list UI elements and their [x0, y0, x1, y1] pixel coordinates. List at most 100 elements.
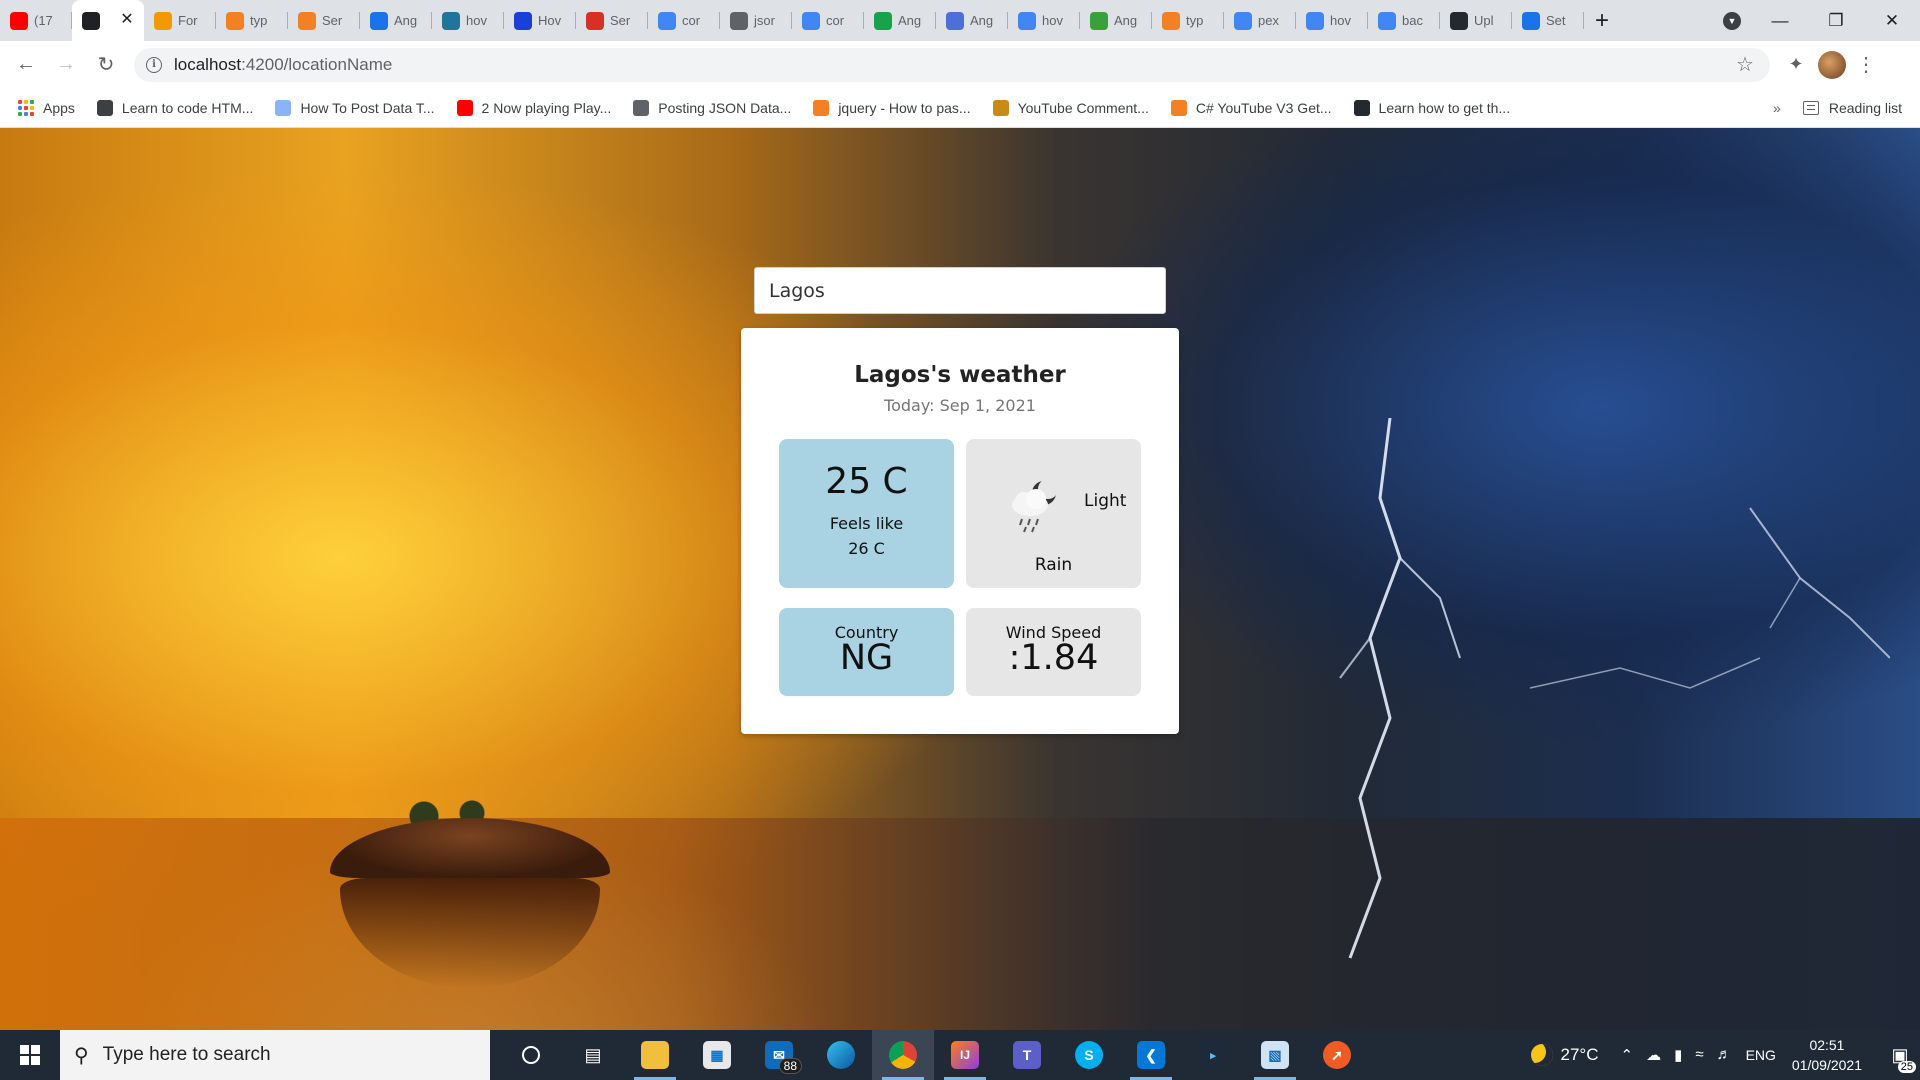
taskbar-intellij[interactable]: IJ: [934, 1030, 996, 1080]
maximize-button[interactable]: ❐: [1808, 0, 1864, 41]
close-tab-icon[interactable]: ✕: [118, 11, 136, 29]
tab-search-button[interactable]: ▼: [1712, 0, 1752, 41]
tray-weather[interactable]: 27°C: [1530, 1044, 1599, 1066]
bolt-icon: [370, 11, 388, 30]
tray-icons: ⌃ ☁ ▮ ≈ ♬: [1621, 1046, 1732, 1064]
browser-tab[interactable]: hov: [1008, 0, 1080, 41]
extensions-puzzle-icon[interactable]: ✦: [1780, 49, 1812, 81]
browser-tab[interactable]: cor: [648, 0, 720, 41]
taskbar-search[interactable]: ⚲ Type here to search: [60, 1030, 490, 1080]
reading-list-button[interactable]: Reading list: [1802, 100, 1902, 116]
more-bookmarks-button[interactable]: »: [1773, 100, 1781, 116]
bookmark-item[interactable]: jquery - How to pas...: [813, 99, 971, 116]
browser-tab[interactable]: Ser: [288, 0, 360, 41]
window-controls: ▼ — ❐ ✕: [1712, 0, 1920, 41]
language-indicator[interactable]: ENG: [1746, 1047, 1776, 1063]
volume-icon[interactable]: ♬: [1717, 1046, 1732, 1064]
browser-tab[interactable]: Hov: [504, 0, 576, 41]
taskbar-skype[interactable]: S: [1058, 1030, 1120, 1080]
wifi-icon[interactable]: ≈: [1695, 1046, 1703, 1064]
menu-kebab-icon[interactable]: ⋮: [1852, 52, 1880, 77]
city-search-input[interactable]: [754, 267, 1166, 314]
new-tab-button[interactable]: +: [1584, 0, 1620, 41]
tab-label: (17: [34, 13, 53, 28]
browser-tab[interactable]: hov: [432, 0, 504, 41]
profile-avatar[interactable]: [1818, 50, 1846, 79]
description-word-1: Light: [1084, 491, 1127, 511]
address-bar[interactable]: i localhost:4200/locationName ☆: [134, 47, 1770, 82]
taskbar-store[interactable]: ▦: [686, 1030, 748, 1080]
browser-tab[interactable]: Ang: [864, 0, 936, 41]
browser-tab[interactable]: (17: [0, 0, 72, 41]
browser-tab[interactable]: bac: [1368, 0, 1440, 41]
tab-label: Upl: [1474, 13, 1494, 28]
bookmark-item[interactable]: Posting JSON Data...: [633, 99, 792, 116]
taskbar-file-explorer[interactable]: [624, 1030, 686, 1080]
browser-tab[interactable]: jsor: [720, 0, 792, 41]
bookmark-item[interactable]: How To Post Data T...: [275, 99, 435, 116]
postman-icon: ➚: [1323, 1041, 1351, 1069]
cortana-button[interactable]: [500, 1030, 562, 1080]
globe-icon: [730, 11, 748, 30]
taskbar-vscode[interactable]: ❮: [1120, 1030, 1182, 1080]
browser-tab[interactable]: hov: [1296, 0, 1368, 41]
reload-button[interactable]: ↻: [88, 47, 124, 83]
close-window-button[interactable]: ✕: [1864, 0, 1920, 41]
bookmark-item[interactable]: C# YouTube V3 Get...: [1170, 99, 1332, 116]
windows-taskbar: ⚲ Type here to search ▤ ▦ ✉ 88 IJ T S ❮ ▸…: [0, 1030, 1920, 1080]
freecodecamp-icon: [96, 99, 113, 116]
chevron-up-icon[interactable]: ⌃: [1621, 1046, 1634, 1064]
taskbar-clock[interactable]: 02:51 01/09/2021: [1792, 1035, 1862, 1075]
temperature-value: 25 C: [825, 461, 908, 502]
url-path: :4200/locationName: [241, 54, 393, 74]
forward-button[interactable]: →: [48, 47, 84, 83]
browser-tab[interactable]: For: [144, 0, 216, 41]
tab-label: jsor: [754, 13, 775, 28]
browser-tab-active[interactable]: ✕: [72, 0, 144, 41]
google-icon: [1234, 11, 1252, 30]
notification-center-button[interactable]: ▣ 25: [1880, 1030, 1920, 1080]
tab-label: Hov: [538, 13, 562, 28]
start-button[interactable]: [0, 1030, 60, 1080]
google-icon: [1306, 11, 1324, 30]
bookmark-item[interactable]: Apps: [18, 99, 75, 116]
url-text[interactable]: localhost:4200/locationName: [174, 55, 1730, 75]
bookmark-label: Posting JSON Data...: [658, 99, 792, 116]
bookmark-item[interactable]: Learn to code HTM...: [96, 99, 253, 116]
site-info-icon[interactable]: i: [146, 56, 162, 73]
bookmark-item[interactable]: 2 Now playing Play...: [456, 99, 611, 116]
browser-tab[interactable]: Ang: [360, 0, 432, 41]
taskbar-terminal[interactable]: ▸: [1182, 1030, 1244, 1080]
taskbar-mail[interactable]: ✉ 88: [748, 1030, 810, 1080]
google-icon: [802, 11, 820, 30]
browser-tab[interactable]: cor: [792, 0, 864, 41]
taskbar-chrome[interactable]: [872, 1030, 934, 1080]
taskbar-teams[interactable]: T: [996, 1030, 1058, 1080]
browser-tab[interactable]: typ: [1152, 0, 1224, 41]
browser-tab[interactable]: Upl: [1440, 0, 1512, 41]
temperature-tile: 25 C Feels like 26 C: [779, 439, 954, 588]
back-button[interactable]: ←: [8, 47, 44, 83]
browser-tab[interactable]: Ang: [1080, 0, 1152, 41]
browser-tab[interactable]: Ser: [576, 0, 648, 41]
gmail-icon: [586, 11, 604, 30]
vscode-icon: ❮: [1137, 1041, 1165, 1069]
feels-like-label: Feels like: [829, 514, 904, 533]
browser-tab[interactable]: pex: [1224, 0, 1296, 41]
task-view-button[interactable]: ▤: [562, 1030, 624, 1080]
browser-tab[interactable]: Set: [1512, 0, 1584, 41]
battery-icon[interactable]: ▮: [1674, 1046, 1682, 1064]
arrow-left-icon: ←: [16, 53, 36, 75]
browser-tab[interactable]: typ: [216, 0, 288, 41]
bookmark-item[interactable]: Learn how to get th...: [1353, 99, 1510, 116]
tab-label: Ang: [898, 13, 922, 28]
taskbar-paint[interactable]: ▧: [1244, 1030, 1306, 1080]
cloud-icon[interactable]: ☁: [1646, 1046, 1661, 1064]
weather-card: Lagos's weather Today: Sep 1, 2021 25 C …: [741, 328, 1179, 734]
taskbar-postman[interactable]: ➚: [1306, 1030, 1368, 1080]
bookmark-item[interactable]: YouTube Comment...: [992, 99, 1149, 116]
bookmark-star-icon[interactable]: ☆: [1730, 52, 1760, 77]
taskbar-edge[interactable]: [810, 1030, 872, 1080]
minimize-button[interactable]: —: [1752, 0, 1808, 41]
browser-tab[interactable]: Ang: [936, 0, 1008, 41]
